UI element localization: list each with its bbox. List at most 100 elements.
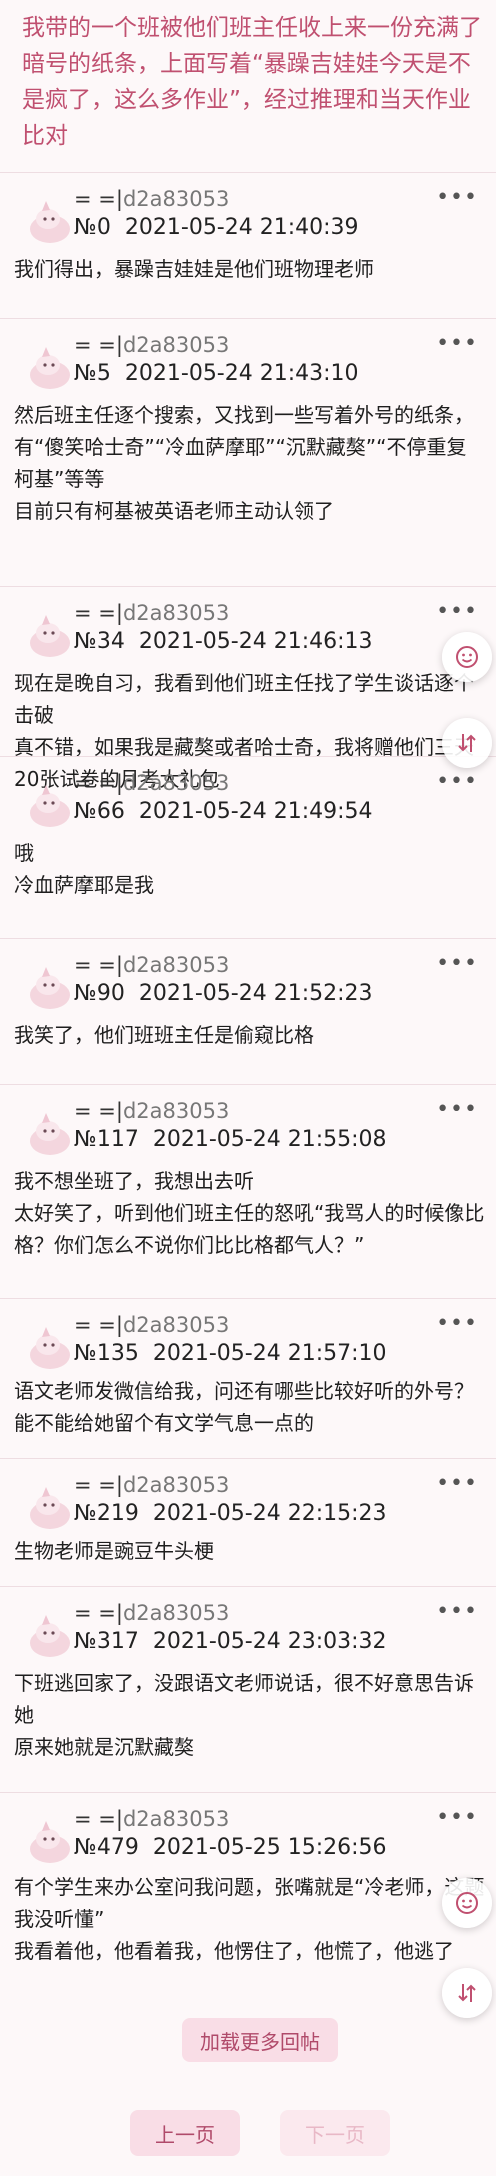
post-time: 2021-05-24 21:40:39: [124, 215, 359, 240]
post-time: 2021-05-25 15:26:56: [152, 1835, 387, 1860]
more-options-icon[interactable]: •••: [436, 1599, 478, 1624]
floor-and-time: №34 2021-05-24 21:46:13: [74, 629, 373, 654]
floor-and-time: №479 2021-05-25 15:26:56: [74, 1835, 387, 1860]
more-options-icon[interactable]: •••: [436, 1311, 478, 1336]
user-id: d2a83053: [122, 1099, 230, 1123]
floor-number: №317: [74, 1629, 139, 1654]
reply-post: = =|d2a83053 №219 2021-05-24 22:15:23 ••• 生…: [0, 1458, 496, 1587]
floor-and-time: №66 2021-05-24 21:49:54: [74, 799, 373, 824]
username-prefix: = =|: [74, 1807, 123, 1831]
more-options-icon[interactable]: •••: [436, 1805, 478, 1830]
username[interactable]: = =|d2a83053: [74, 953, 229, 977]
more-options-icon[interactable]: •••: [436, 1097, 478, 1122]
avatar[interactable]: [22, 1481, 78, 1537]
swap-arrows-icon: [458, 734, 476, 752]
post-time: 2021-05-24 21:43:10: [124, 361, 359, 386]
floor-number: №0: [74, 215, 111, 240]
reply-post: = =|d2a83053 №66 2021-05-24 21:49:54 ••• 哦冷…: [0, 756, 496, 939]
scroll-toggle-button-bottom[interactable]: [442, 1968, 492, 2018]
post-body: 然后班主任逐个搜索，又找到一些写着外号的纸条，有“傻笑哈士奇”“冷血萨摩耶”“沉…: [14, 399, 486, 527]
floor-number: №90: [74, 981, 125, 1006]
floor-number: №117: [74, 1127, 139, 1152]
post-body: 语文老师发微信给我，问还有哪些比较好听的外号？能不能给她留个有文学气息一点的: [14, 1375, 486, 1439]
username-prefix: = =|: [74, 333, 123, 357]
floor-and-time: №0 2021-05-24 21:40:39: [74, 215, 359, 240]
floor-and-time: №219 2021-05-24 22:15:23: [74, 1501, 387, 1526]
post-text-line: 我笑了，他们班班主任是偷窥比格: [14, 1023, 314, 1047]
username-prefix: = =|: [74, 771, 123, 795]
load-more-button[interactable]: 加载更多回帖: [182, 2018, 338, 2062]
post-text-line: 然后班主任逐个搜索，又找到一些写着外号的纸条，有“傻笑哈士奇”“冷血萨摩耶”“沉…: [14, 403, 474, 491]
post-text-line: 哦: [14, 841, 34, 865]
post-text-line: 冷血萨摩耶是我: [14, 873, 154, 897]
post-body: 我们得出，暴躁吉娃娃是他们班物理老师: [14, 253, 486, 285]
post-time: 2021-05-24 22:15:23: [152, 1501, 387, 1526]
post-text-line: 我们得出，暴躁吉娃娃是他们班物理老师: [14, 257, 374, 281]
avatar[interactable]: [22, 1609, 78, 1665]
reply-post: = =|d2a83053 №5 2021-05-24 21:43:10 ••• 然后班…: [0, 318, 496, 587]
username[interactable]: = =|d2a83053: [74, 601, 229, 625]
more-options-icon[interactable]: •••: [436, 769, 478, 794]
username[interactable]: = =|d2a83053: [74, 1807, 229, 1831]
reply-post: = =|d2a83053 №135 2021-05-24 21:57:10 ••• 语…: [0, 1298, 496, 1459]
post-text-line: 有个学生来办公室问我问题，张嘴就是“冷老师，这题我没听懂”: [14, 1875, 485, 1931]
floor-and-time: №90 2021-05-24 21:52:23: [74, 981, 373, 1006]
more-options-icon[interactable]: •••: [436, 331, 478, 356]
swap-arrows-icon: [458, 1984, 476, 2002]
more-options-icon[interactable]: •••: [436, 1471, 478, 1496]
user-id: d2a83053: [122, 333, 230, 357]
post-body: 下班逃回家了，没跟语文老师说话，很不好意思告诉她原来她就是沉默藏獒: [14, 1667, 486, 1763]
scroll-toggle-button[interactable]: [442, 718, 492, 768]
floor-and-time: №117 2021-05-24 21:55:08: [74, 1127, 387, 1152]
reply-post: = =|d2a83053 №0 2021-05-24 21:40:39 ••• 我们得…: [0, 172, 496, 319]
post-text-line: 下班逃回家了，没跟语文老师说话，很不好意思告诉她: [14, 1671, 474, 1727]
post-time: 2021-05-24 21:49:54: [138, 799, 373, 824]
floor-number: №135: [74, 1341, 139, 1366]
username-prefix: = =|: [74, 1601, 123, 1625]
username[interactable]: = =|d2a83053: [74, 771, 229, 795]
avatar[interactable]: [22, 609, 78, 665]
avatar[interactable]: [22, 961, 78, 1017]
post-text-line: 原来她就是沉默藏獒: [14, 1735, 194, 1759]
username[interactable]: = =|d2a83053: [74, 333, 229, 357]
more-options-icon[interactable]: •••: [436, 599, 478, 624]
user-id: d2a83053: [122, 953, 230, 977]
user-id: d2a83053: [122, 1473, 230, 1497]
username[interactable]: = =|d2a83053: [74, 1473, 229, 1497]
avatar[interactable]: [22, 1321, 78, 1377]
user-id: d2a83053: [122, 1601, 230, 1625]
avatar[interactable]: [22, 1107, 78, 1163]
floor-number: №219: [74, 1501, 139, 1526]
avatar[interactable]: [22, 1815, 78, 1871]
more-options-icon[interactable]: •••: [436, 951, 478, 976]
post-text-line: 生物老师是豌豆牛头梗: [14, 1539, 214, 1563]
user-id: d2a83053: [122, 1807, 230, 1831]
emoji-button-bottom[interactable]: [442, 1878, 492, 1928]
username-prefix: = =|: [74, 187, 123, 211]
post-text-line: 目前只有柯基被英语老师主动认领了: [14, 499, 334, 523]
smile-icon: [456, 1892, 478, 1914]
post-body: 哦冷血萨摩耶是我: [14, 837, 486, 901]
avatar[interactable]: [22, 341, 78, 397]
post-time: 2021-05-24 21:52:23: [138, 981, 373, 1006]
floor-and-time: №135 2021-05-24 21:57:10: [74, 1341, 387, 1366]
avatar[interactable]: [22, 195, 78, 251]
next-page-button[interactable]: 下一页: [280, 2110, 390, 2156]
username-prefix: = =|: [74, 1473, 123, 1497]
reply-post: = =|d2a83053 №90 2021-05-24 21:52:23 ••• 我笑…: [0, 938, 496, 1085]
username[interactable]: = =|d2a83053: [74, 1601, 229, 1625]
prev-page-button[interactable]: 上一页: [130, 2110, 240, 2156]
avatar[interactable]: [22, 779, 78, 835]
username-prefix: = =|: [74, 1099, 123, 1123]
username[interactable]: = =|d2a83053: [74, 1313, 229, 1337]
more-options-icon[interactable]: •••: [436, 185, 478, 210]
emoji-button[interactable]: [442, 632, 492, 682]
post-body: 生物老师是豌豆牛头梗: [14, 1535, 486, 1567]
username[interactable]: = =|d2a83053: [74, 187, 229, 211]
post-text-line: 现在是晚自习，我看到他们班主任找了学生谈话逐个击破: [14, 671, 474, 727]
floor-and-time: №5 2021-05-24 21:43:10: [74, 361, 359, 386]
smile-icon: [456, 646, 478, 668]
user-id: d2a83053: [122, 601, 230, 625]
post-time: 2021-05-24 21:55:08: [152, 1127, 387, 1152]
username[interactable]: = =|d2a83053: [74, 1099, 229, 1123]
